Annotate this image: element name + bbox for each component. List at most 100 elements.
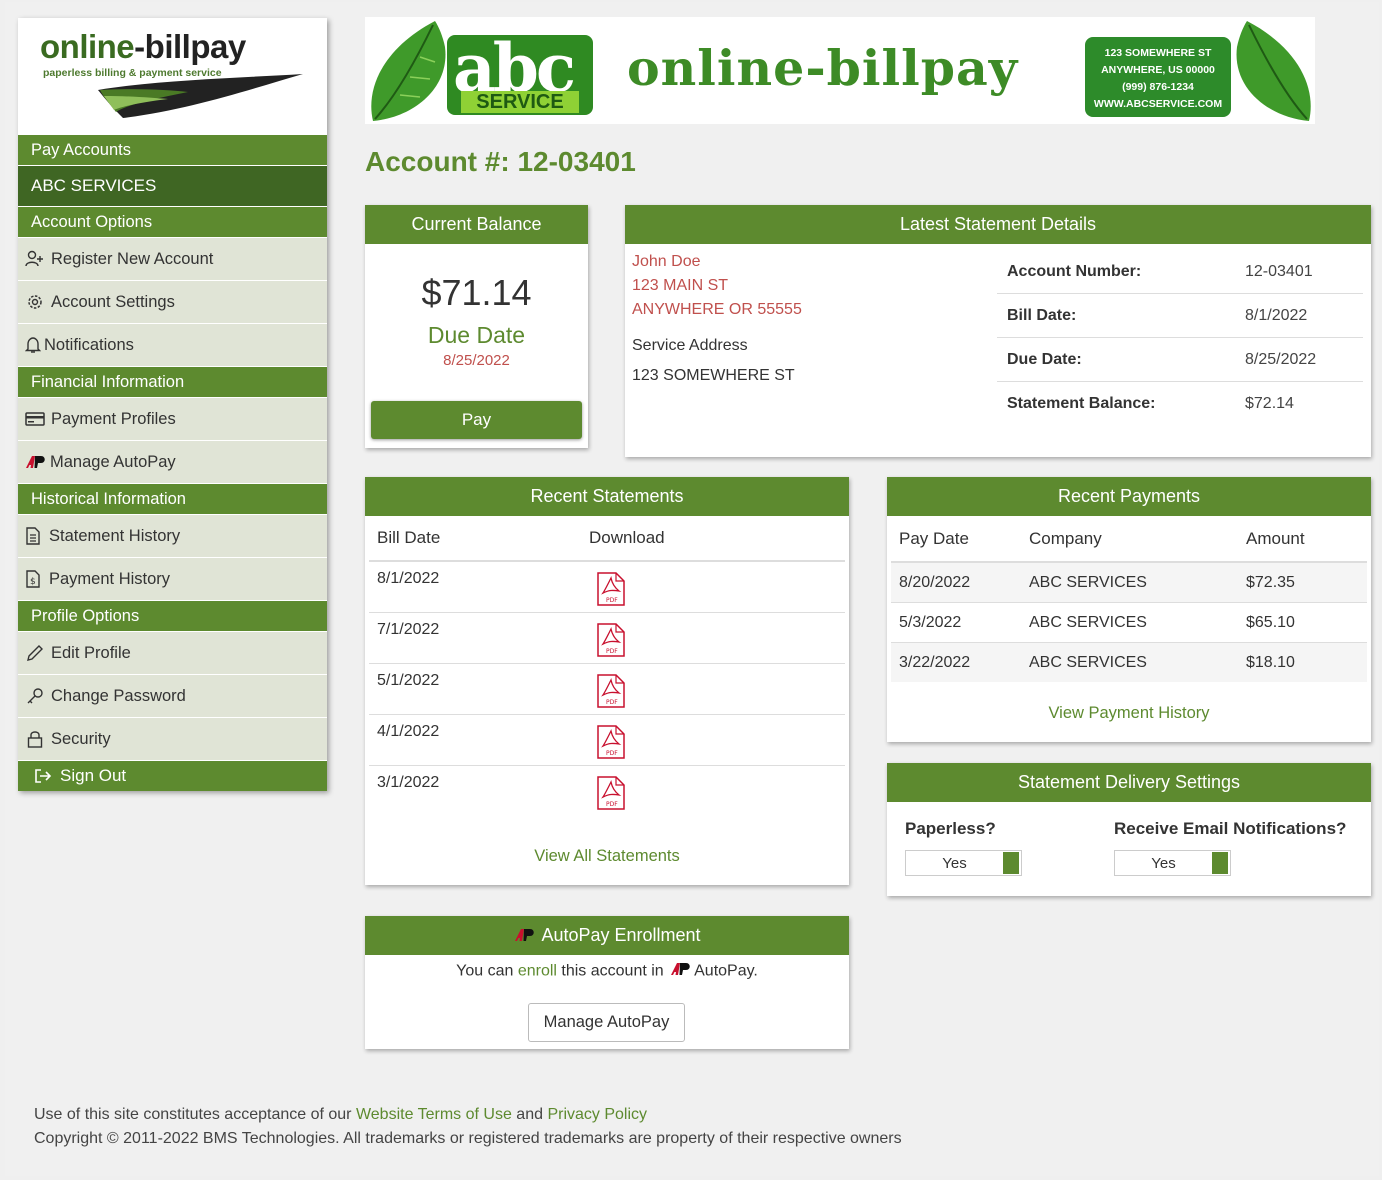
- sidebar-item-edit-profile[interactable]: Edit Profile: [18, 632, 327, 675]
- pdf-download-icon[interactable]: PDF: [597, 572, 625, 606]
- sidebar-item-label: Security: [51, 730, 111, 748]
- bill-date-cell: 4/1/2022: [369, 714, 588, 766]
- pdf-download-icon[interactable]: PDF: [597, 725, 625, 759]
- banner-phone: (999) 876-1234: [1122, 81, 1194, 93]
- sidebar-item-label: Notifications: [44, 336, 134, 354]
- detail-row: Due Date: 8/25/2022: [997, 338, 1363, 382]
- sidebar-item-payment-profiles[interactable]: Payment Profiles: [18, 398, 327, 441]
- pay-date-cell: 3/22/2022: [891, 642, 1028, 682]
- detail-value: 12-03401: [1245, 262, 1313, 280]
- view-payment-history-link[interactable]: View Payment History: [887, 704, 1371, 723]
- email-notifications-toggle[interactable]: Yes: [1114, 850, 1231, 876]
- svg-text:PDF: PDF: [606, 750, 618, 757]
- column-header: Amount: [1245, 516, 1367, 563]
- site-logo[interactable]: online-billpay paperless billing & payme…: [18, 18, 327, 135]
- sign-out-icon: [34, 768, 52, 784]
- detail-label: Account Number:: [1007, 262, 1142, 280]
- pdf-download-icon[interactable]: PDF: [597, 623, 625, 657]
- sidebar-item-manage-autopay[interactable]: Manage AutoPay: [18, 441, 327, 484]
- sign-out-label: Sign Out: [60, 766, 127, 785]
- detail-label: Statement Balance:: [1007, 394, 1156, 412]
- view-all-statements-link[interactable]: View All Statements: [365, 847, 849, 866]
- sidebar-item-label: Account Settings: [51, 293, 175, 311]
- sidebar-section-pay-accounts: Pay Accounts: [18, 135, 327, 166]
- card-header: Recent Statements: [365, 477, 849, 516]
- card-header: Recent Payments: [887, 477, 1371, 516]
- toggle-label: Yes: [942, 854, 967, 872]
- latest-statement-card: Latest Statement Details John Doe 123 MA…: [625, 205, 1371, 457]
- table-row: 4/1/2022 PDF: [369, 714, 845, 766]
- paperless-toggle[interactable]: Yes: [905, 850, 1022, 876]
- sidebar-item-register-new-account[interactable]: Register New Account: [18, 238, 327, 281]
- autopay-message: You can enroll this account in AutoPay.: [365, 962, 849, 981]
- autopay-brand: AutoPay.: [694, 962, 758, 980]
- sidebar-item-notifications[interactable]: Notifications: [18, 324, 327, 367]
- paperless-label: Paperless?: [905, 819, 996, 838]
- statements-table: Bill Date Download 8/1/2022 PDF 7/1/2022 P…: [369, 516, 845, 816]
- card-header-label: AutoPay Enrollment: [541, 925, 701, 945]
- sidebar-item-label: Edit Profile: [51, 644, 131, 662]
- lock-icon: [25, 729, 45, 749]
- sidebar-item-label: Register New Account: [51, 250, 214, 268]
- svg-text:PDF: PDF: [606, 648, 618, 655]
- key-icon: [25, 686, 45, 706]
- toggle-knob: [1003, 852, 1019, 874]
- table-row: 3/1/2022 PDF: [369, 765, 845, 816]
- billing-address: John Doe 123 MAIN ST ANYWHERE OR 55555 S…: [632, 250, 802, 388]
- table-row: 8/1/2022 PDF: [369, 560, 845, 613]
- pdf-download-icon[interactable]: PDF: [597, 776, 625, 810]
- autopay-logo-icon: [513, 917, 537, 956]
- sidebar-item-account-settings[interactable]: Account Settings: [18, 281, 327, 324]
- sidebar-account-abc-services[interactable]: ABC SERVICES: [18, 166, 327, 207]
- footer-copyright: Copyright © 2011-2022 BMS Technologies. …: [34, 1130, 902, 1147]
- footer: Use of this site constitutes acceptance …: [34, 1103, 902, 1151]
- footer-text: and: [511, 1106, 548, 1123]
- detail-label: Bill Date:: [1007, 306, 1077, 324]
- footer-text: Use of this site constitutes acceptance …: [34, 1106, 356, 1123]
- pay-date-cell: 5/3/2022: [891, 602, 1028, 643]
- sidebar-section-profile-options: Profile Options: [18, 601, 327, 632]
- sidebar-item-payment-history[interactable]: $ Payment History: [18, 558, 327, 601]
- amount-cell: $18.10: [1245, 642, 1367, 682]
- table-row: 7/1/2022 PDF: [369, 612, 845, 664]
- pay-button[interactable]: Pay: [371, 401, 582, 439]
- column-header: Download: [588, 516, 845, 562]
- amount-cell: $65.10: [1245, 602, 1367, 643]
- email-notifications-label: Receive Email Notifications?: [1114, 819, 1347, 838]
- bill-date-cell: 7/1/2022: [369, 612, 588, 664]
- payments-table: Pay Date Company Amount 8/20/2022 ABC SE…: [891, 516, 1367, 682]
- terms-of-use-link[interactable]: Website Terms of Use: [356, 1106, 512, 1123]
- detail-value: $72.14: [1245, 394, 1294, 412]
- sidebar-item-statement-history[interactable]: Statement History: [18, 515, 327, 558]
- sign-out-button[interactable]: Sign Out: [18, 761, 327, 791]
- detail-row: Bill Date: 8/1/2022: [997, 294, 1363, 338]
- bill-date-cell: 8/1/2022: [369, 560, 588, 613]
- add-user-icon: [25, 249, 45, 269]
- company-cell: ABC SERVICES: [1028, 642, 1245, 682]
- footer-terms-line: Use of this site constitutes acceptance …: [34, 1103, 902, 1127]
- sidebar-item-label: Payment Profiles: [51, 410, 176, 428]
- autopay-text: You can: [456, 962, 518, 980]
- manage-autopay-button[interactable]: Manage AutoPay: [528, 1003, 685, 1042]
- banner-website: WWW.ABCSERVICE.COM: [1093, 98, 1223, 110]
- company-cell: ABC SERVICES: [1028, 602, 1245, 643]
- customer-city: ANYWHERE OR 55555: [632, 301, 802, 318]
- sidebar-item-label: Statement History: [49, 527, 181, 545]
- recent-payments-card: Recent Payments Pay Date Company Amount …: [887, 477, 1371, 742]
- enroll-link[interactable]: enroll: [518, 963, 557, 980]
- toggle-knob: [1212, 852, 1228, 874]
- logo-swoosh-icon: [98, 74, 303, 118]
- toggle-label: Yes: [1151, 854, 1176, 872]
- privacy-policy-link[interactable]: Privacy Policy: [547, 1106, 647, 1123]
- sidebar-item-security[interactable]: Security: [18, 718, 327, 761]
- sidebar-section-financial: Financial Information: [18, 367, 327, 398]
- banner-title: online-billpay: [627, 39, 1019, 97]
- column-header: Company: [1028, 516, 1245, 563]
- service-address-label: Service Address: [632, 337, 748, 354]
- sidebar-item-change-password[interactable]: Change Password: [18, 675, 327, 718]
- svg-text:PDF: PDF: [606, 699, 618, 706]
- table-row: 5/1/2022 PDF: [369, 663, 845, 715]
- sidebar: online-billpay paperless billing & payme…: [18, 18, 327, 791]
- pdf-download-icon[interactable]: PDF: [597, 674, 625, 708]
- table-header-row: Pay Date Company Amount: [891, 516, 1367, 563]
